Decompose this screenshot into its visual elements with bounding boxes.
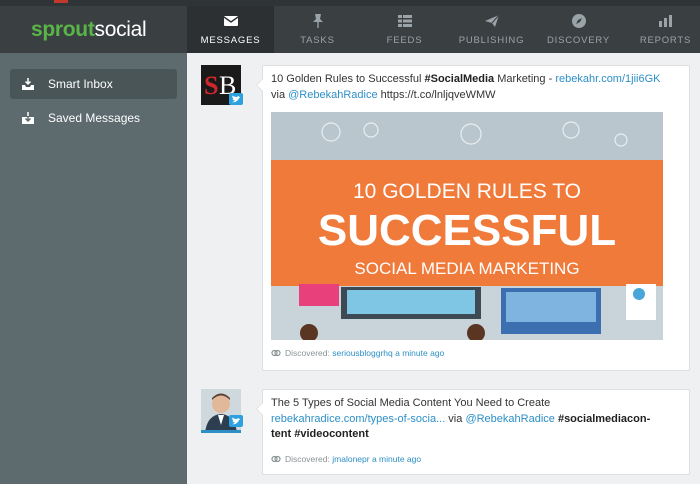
card-caret bbox=[256, 78, 263, 92]
avatar[interactable]: S B bbox=[201, 65, 243, 105]
sidebar: Smart Inbox Saved Messages bbox=[0, 53, 187, 484]
nav-messages[interactable]: MESSAGES bbox=[187, 6, 274, 53]
compass-icon bbox=[571, 14, 586, 28]
url-link[interactable]: rebekahradice.com/types-of-socia... bbox=[271, 413, 445, 425]
hashtag-link[interactable]: tent #videocontent bbox=[271, 428, 369, 440]
nav-discovery-label: DISCOVERY bbox=[547, 35, 610, 46]
sidebar-item-smart-inbox[interactable]: Smart Inbox bbox=[10, 69, 177, 99]
message-body: 10 Golden Rules to Successful bbox=[271, 73, 425, 85]
list-icon bbox=[397, 15, 412, 27]
app-logo[interactable]: sproutsocial bbox=[0, 6, 187, 53]
nav-feeds[interactable]: FEEDS bbox=[361, 6, 448, 53]
avatar[interactable] bbox=[201, 389, 243, 437]
message-body: The 5 Types of Social Media Content You … bbox=[271, 397, 551, 409]
url-link[interactable]: rebekahr.com/1jii6GK bbox=[555, 73, 660, 85]
article-image: 10 GOLDEN RULES TO SUCCESSFUL SOCIAL MED… bbox=[271, 112, 663, 342]
sidebar-item-saved-messages[interactable]: Saved Messages bbox=[10, 103, 177, 133]
logo-part-sprout: sprout bbox=[31, 18, 95, 41]
twitter-icon bbox=[229, 415, 243, 427]
bar-chart-icon bbox=[658, 15, 672, 27]
envelope-icon bbox=[223, 16, 238, 26]
discovered-meta: Discovered: jmalonepr a minute ago bbox=[263, 454, 421, 464]
nav-tasks[interactable]: TASKS bbox=[274, 6, 361, 53]
nav-tasks-label: TASKS bbox=[300, 35, 335, 46]
via-text: via bbox=[271, 88, 289, 101]
discovered-meta: Discovered: seriousbloggrhq a minute ago bbox=[263, 348, 444, 358]
hashtag-link[interactable]: #SocialMedia bbox=[424, 73, 494, 85]
discovered-label: Discovered: bbox=[285, 454, 330, 464]
message-card[interactable]: 10 Golden Rules to Successful #SocialMed… bbox=[256, 65, 690, 371]
via-text: via bbox=[445, 412, 466, 425]
attached-image[interactable]: 10 GOLDEN RULES TO SUCCESSFUL SOCIAL MED… bbox=[271, 112, 663, 342]
main-nav: MESSAGES TASKS FEEDS PUBLISHING DISCOVER… bbox=[187, 6, 700, 53]
message-body: Marketing - bbox=[494, 73, 556, 85]
sidebar-item-label: Smart Inbox bbox=[48, 77, 113, 91]
paper-plane-icon bbox=[484, 14, 499, 27]
hashtag-link[interactable]: #socialmediacon- bbox=[555, 413, 650, 425]
message-card[interactable]: The 5 Types of Social Media Content You … bbox=[256, 389, 690, 475]
image-headline-2: SUCCESSFUL bbox=[318, 206, 616, 255]
mention-link[interactable]: @RebekahRadice bbox=[465, 413, 554, 425]
message-text: 10 Golden Rules to Successful #SocialMed… bbox=[263, 66, 689, 103]
nav-publishing-label: PUBLISHING bbox=[458, 35, 525, 46]
sidebar-item-label: Saved Messages bbox=[48, 111, 141, 125]
mention-link[interactable]: @RebekahRadice bbox=[288, 89, 377, 101]
image-headline-3: SOCIAL MEDIA MARKETING bbox=[354, 259, 579, 278]
download-tray-icon bbox=[22, 112, 34, 124]
inbox-tray-icon bbox=[22, 78, 34, 90]
short-url: https://t.co/lnljqveWMW bbox=[377, 88, 496, 101]
link-chain-icon bbox=[271, 455, 281, 463]
app-header: sproutsocial MESSAGES TASKS FEEDS PUBLIS… bbox=[0, 6, 700, 53]
card-caret bbox=[256, 402, 263, 416]
nav-reports-label: REPORTS bbox=[639, 35, 692, 46]
nav-publishing[interactable]: PUBLISHING bbox=[448, 6, 535, 53]
pin-icon bbox=[312, 14, 323, 28]
tab-indicator bbox=[54, 0, 68, 3]
twitter-icon bbox=[229, 93, 243, 105]
timestamp[interactable]: a minute ago bbox=[395, 348, 444, 358]
image-headline-1: 10 GOLDEN RULES TO bbox=[353, 180, 581, 203]
nav-discovery[interactable]: DISCOVERY bbox=[535, 6, 622, 53]
message-text: The 5 Types of Social Media Content You … bbox=[263, 390, 689, 443]
link-chain-icon bbox=[271, 349, 281, 357]
discovered-by-link[interactable]: seriousbloggrhq bbox=[332, 348, 392, 358]
logo-part-social: social bbox=[94, 18, 147, 41]
svg-text:S: S bbox=[204, 71, 218, 100]
nav-feeds-label: FEEDS bbox=[386, 35, 423, 46]
timestamp[interactable]: a minute ago bbox=[372, 454, 421, 464]
nav-reports[interactable]: REPORTS bbox=[622, 6, 700, 53]
message-stream: S B 10 Golden Rules to Successful #Socia… bbox=[187, 53, 700, 484]
nav-messages-label: MESSAGES bbox=[200, 35, 261, 46]
discovered-label: Discovered: bbox=[285, 348, 330, 358]
discovered-by-link[interactable]: jmalonepr bbox=[332, 454, 369, 464]
